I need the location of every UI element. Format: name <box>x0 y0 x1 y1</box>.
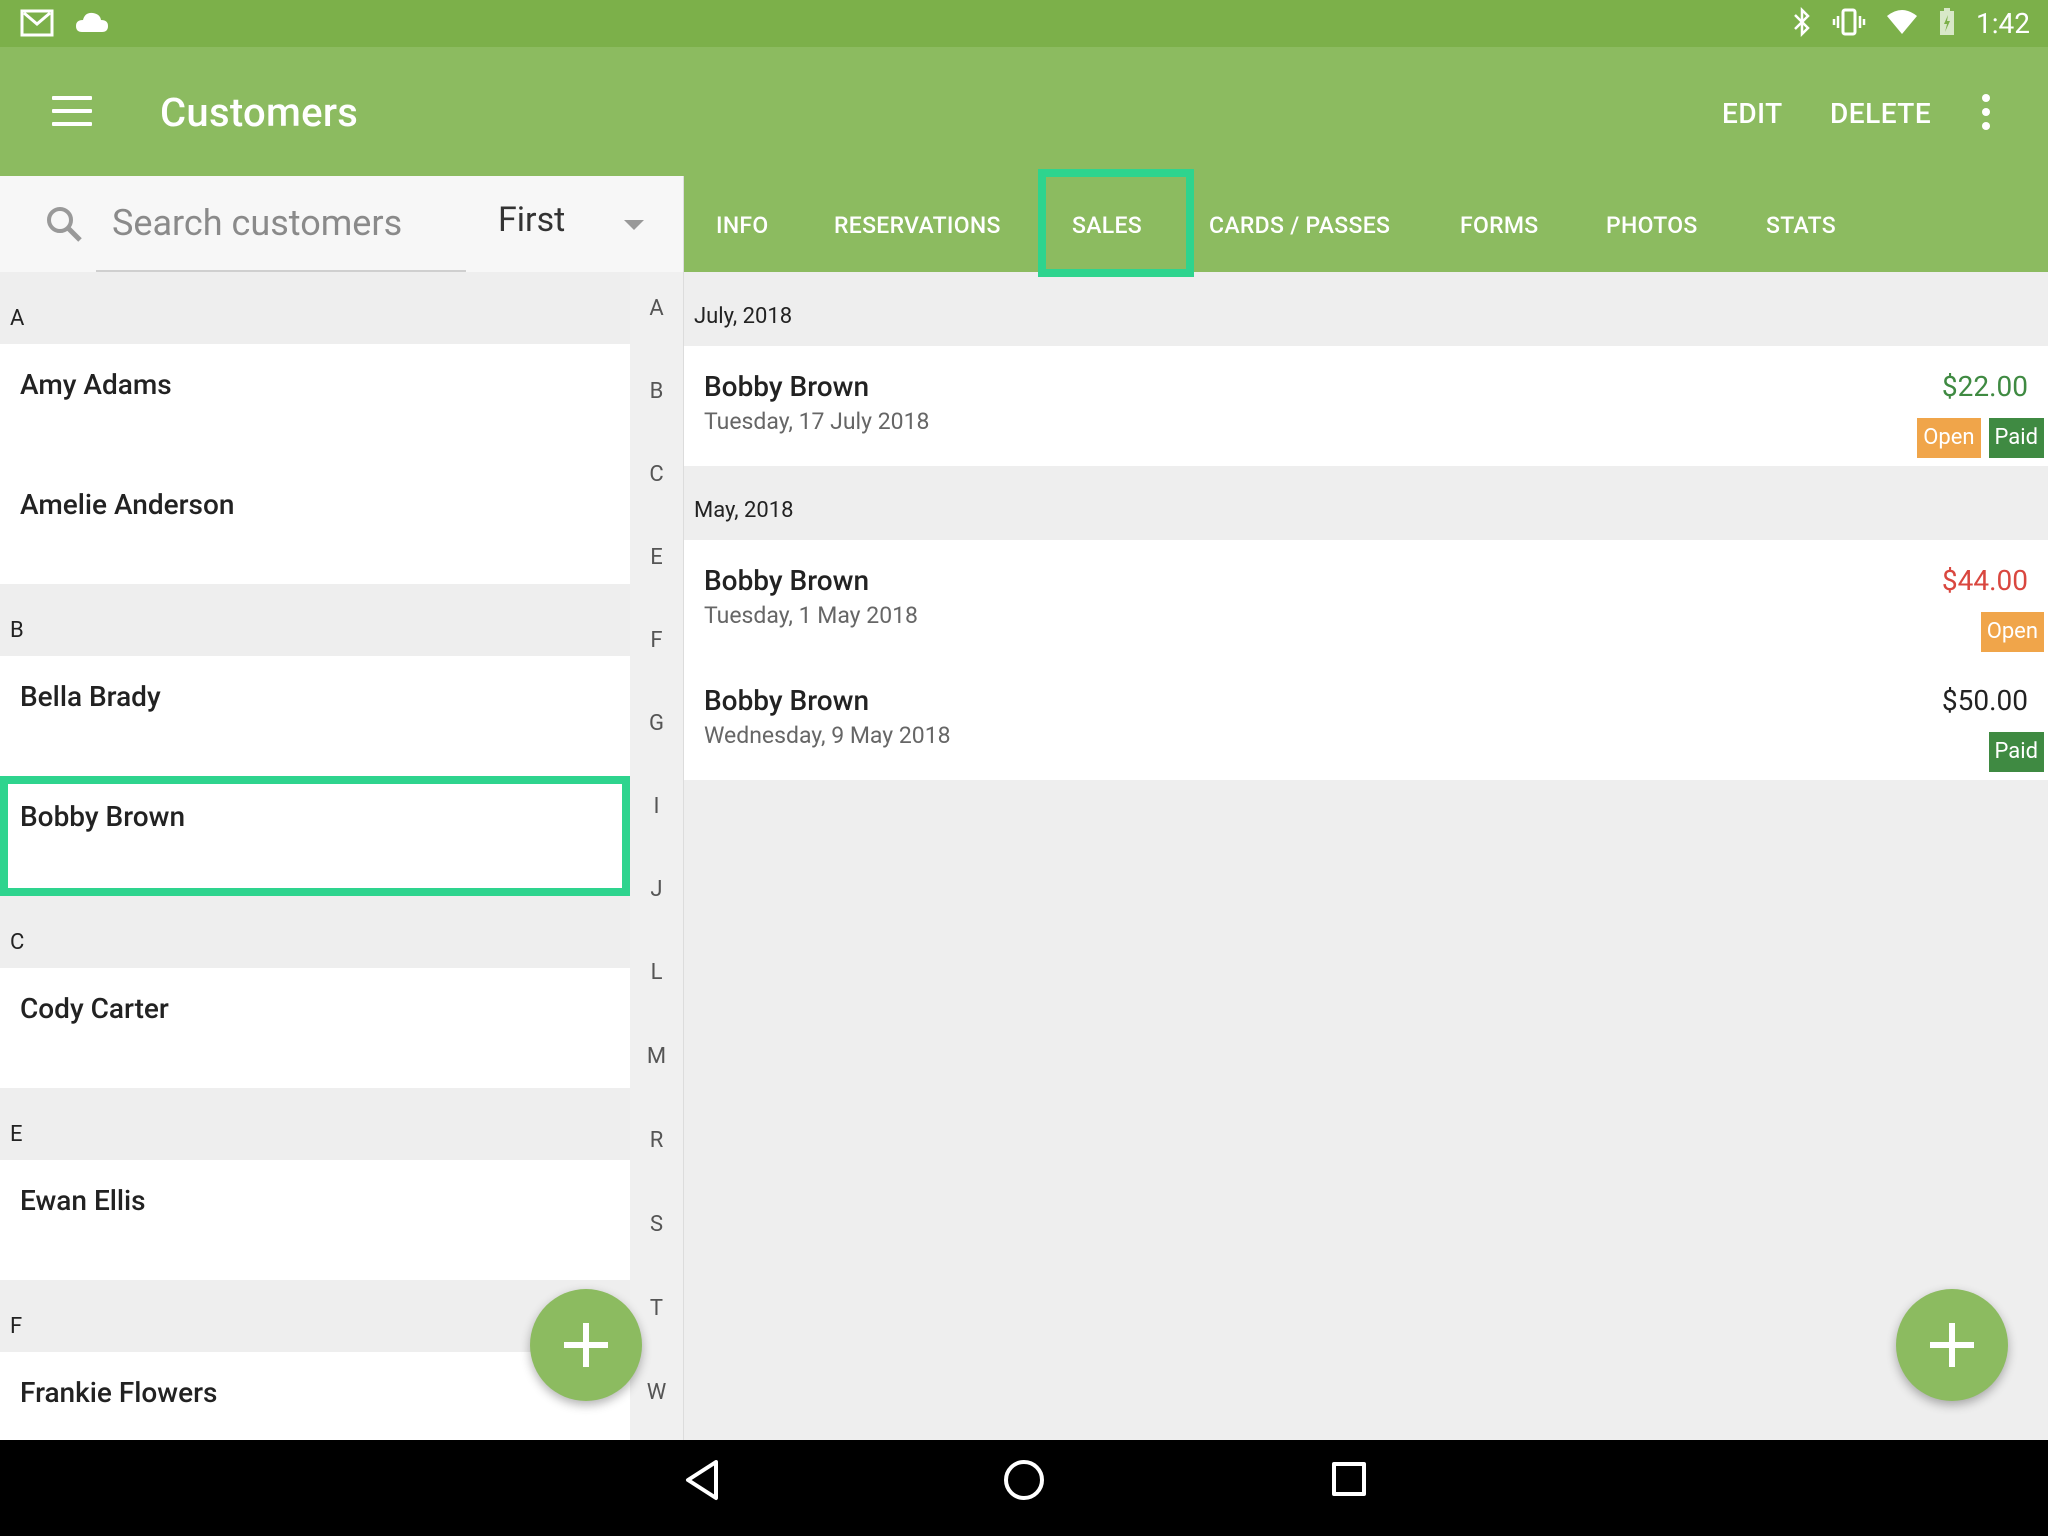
gmail-icon <box>20 8 54 42</box>
customer-panel: First A Amy Adams Amelie Anderson B Bell… <box>0 176 683 1440</box>
tab-forms[interactable]: FORMS <box>1460 212 1539 239</box>
index-letter[interactable]: E <box>630 545 683 570</box>
index-letter[interactable]: C <box>630 462 683 487</box>
section-header: B <box>0 584 630 656</box>
tab-cards-passes[interactable]: CARDS / PASSES <box>1209 212 1390 239</box>
search-icon <box>44 204 84 244</box>
more-options-icon[interactable] <box>1981 94 1991 130</box>
sale-item[interactable]: Bobby Brown Wednesday, 9 May 2018 $50.00… <box>684 660 2048 780</box>
sale-date: Tuesday, 17 July 2018 <box>704 408 930 435</box>
cloud-icon <box>74 8 110 42</box>
status-badge-open: Open <box>1980 612 2044 652</box>
tab-photos[interactable]: PHOTOS <box>1606 212 1698 239</box>
bluetooth-icon <box>1792 6 1812 41</box>
sale-date: Tuesday, 1 May 2018 <box>704 602 918 629</box>
month-header: July, 2018 <box>694 304 793 329</box>
status-badge-paid: Paid <box>1988 732 2044 772</box>
customer-item[interactable]: Amelie Anderson <box>0 464 630 584</box>
status-badge-open: Open <box>1917 418 1981 458</box>
page-title: Customers <box>160 89 359 136</box>
tab-bar: INFO RESERVATIONS SALES CARDS / PASSES F… <box>684 176 2048 272</box>
tab-reservations[interactable]: RESERVATIONS <box>834 212 1001 239</box>
status-bar: 1:42 <box>0 0 2048 47</box>
back-icon[interactable] <box>684 1458 720 1506</box>
home-icon[interactable] <box>1004 1460 1044 1500</box>
customer-item[interactable]: Amy Adams <box>0 344 630 464</box>
sale-item[interactable]: Bobby Brown Tuesday, 17 July 2018 $22.00… <box>684 346 2048 466</box>
sale-amount: $50.00 <box>1941 684 2028 717</box>
alphabet-index[interactable]: A B C E F G I J L M R S T W <box>630 272 683 1440</box>
search-bar: First <box>0 176 683 272</box>
index-letter[interactable]: F <box>630 628 683 653</box>
index-letter[interactable]: I <box>630 794 683 819</box>
customer-item[interactable]: Cody Carter <box>0 968 630 1088</box>
search-input[interactable] <box>96 176 466 270</box>
sale-date: Wednesday, 9 May 2018 <box>704 722 951 749</box>
status-badge-paid: Paid <box>1988 418 2044 458</box>
index-letter[interactable]: W <box>630 1380 683 1405</box>
index-letter[interactable]: B <box>630 379 683 404</box>
month-header: May, 2018 <box>694 498 794 523</box>
index-letter[interactable]: G <box>630 711 683 736</box>
sort-dropdown[interactable]: First <box>498 200 565 240</box>
menu-icon[interactable] <box>52 96 92 126</box>
sale-customer-name: Bobby Brown <box>704 564 870 597</box>
sale-customer-name: Bobby Brown <box>704 370 870 403</box>
search-field <box>96 176 466 272</box>
index-letter[interactable]: A <box>630 296 683 321</box>
recent-apps-icon[interactable] <box>1332 1462 1366 1496</box>
sale-customer-name: Bobby Brown <box>704 684 870 717</box>
edit-button[interactable]: EDIT <box>1722 97 1783 130</box>
clock: 1:42 <box>1976 7 2030 40</box>
add-sale-button[interactable] <box>1896 1289 2008 1401</box>
sale-amount: $44.00 <box>1941 564 2028 597</box>
add-customer-button[interactable] <box>530 1289 642 1401</box>
index-letter[interactable]: J <box>630 877 683 902</box>
delete-button[interactable]: DELETE <box>1830 97 1931 130</box>
index-letter[interactable]: T <box>630 1296 683 1321</box>
sales-list: July, 2018 Bobby Brown Tuesday, 17 July … <box>684 272 2048 780</box>
app-bar: Customers EDIT DELETE <box>0 47 2048 176</box>
index-letter[interactable]: L <box>630 960 683 985</box>
section-header: E <box>0 1088 630 1160</box>
index-letter[interactable]: S <box>630 1212 683 1237</box>
tab-stats[interactable]: STATS <box>1766 212 1836 239</box>
sale-item[interactable]: Bobby Brown Tuesday, 1 May 2018 $44.00 O… <box>684 540 2048 660</box>
customer-item[interactable]: Ewan Ellis <box>0 1160 630 1280</box>
customer-item[interactable]: Bella Brady <box>0 656 630 776</box>
wifi-icon <box>1886 8 1918 40</box>
index-letter[interactable]: M <box>630 1044 683 1069</box>
index-letter[interactable]: R <box>630 1128 683 1153</box>
section-header: C <box>0 896 630 968</box>
tab-info[interactable]: INFO <box>716 212 769 239</box>
battery-icon <box>1938 7 1956 41</box>
vibrate-icon <box>1832 7 1866 41</box>
active-tab-highlight <box>1038 169 1194 277</box>
sale-amount: $22.00 <box>1941 370 2028 403</box>
chevron-down-icon[interactable] <box>624 220 644 230</box>
customer-list: A Amy Adams Amelie Anderson B Bella Brad… <box>0 272 630 1440</box>
customer-item-selected[interactable]: Bobby Brown <box>0 776 630 896</box>
section-header: A <box>0 272 630 344</box>
system-nav-bar <box>0 1440 2048 1536</box>
